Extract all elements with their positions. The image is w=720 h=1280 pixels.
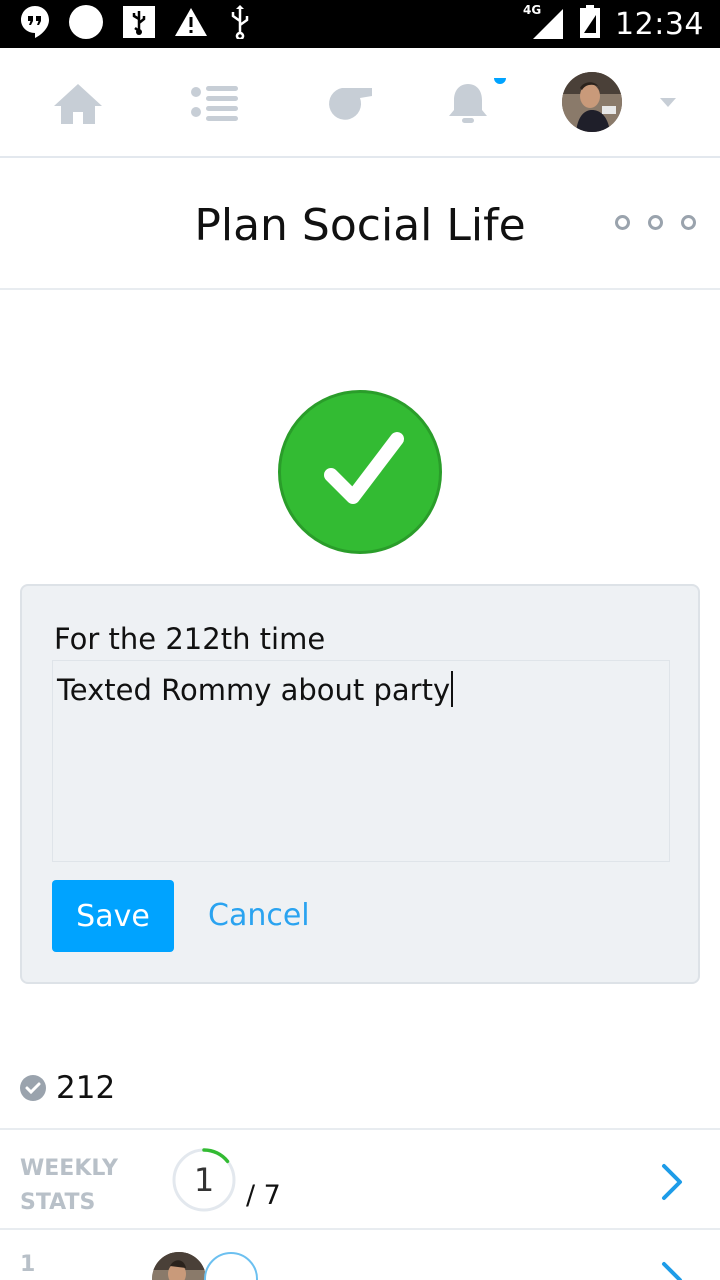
checkin-count: 212 [20,1068,115,1108]
dot [615,215,630,230]
dot [648,215,663,230]
hangouts-icon [20,5,50,43]
circle-icon [68,4,104,44]
member-rank: 1 [20,1252,36,1277]
top-nav [0,48,720,158]
weekly-stats-label-line2: STATS [20,1190,96,1215]
checkmark-icon [324,432,404,504]
usb-debug-icon [122,5,156,43]
notification-dot [494,72,506,84]
status-bar-right: 4G 12:34 [523,0,704,48]
chevron-right-icon[interactable] [660,1162,684,1202]
avatar [152,1252,206,1280]
chevron-right-icon[interactable] [660,1260,684,1280]
member-progress-ring [204,1252,258,1280]
more-options-icon[interactable] [615,215,696,230]
weekly-stats-label-line1: WEEKLY [20,1156,118,1181]
signal-icon: 4G [523,3,565,41]
note-text: Texted Rommy about party [57,673,451,707]
status-bar: 4G 12:34 [0,0,720,48]
usb-icon [226,5,254,43]
cancel-button[interactable]: Cancel [208,898,310,933]
note-textarea[interactable]: Texted Rommy about party [52,660,670,862]
checkin-done-button[interactable] [278,390,442,554]
save-button[interactable]: Save [52,880,174,952]
note-card: For the 212th time Texted Rommy about pa… [20,584,700,984]
check-badge-icon [20,1075,46,1101]
home-icon[interactable] [50,78,106,128]
text-caret [451,671,454,707]
clock: 12:34 [615,6,704,42]
page-title: Plan Social Life [194,200,526,251]
bell-icon[interactable] [440,72,506,128]
note-heading: For the 212th time [54,622,326,656]
title-bar: Plan Social Life [0,160,720,290]
weekly-done-count: 1 [193,1161,215,1199]
weekly-target: / 7 [246,1180,281,1211]
warning-icon [174,7,208,41]
battery-icon [579,5,601,43]
whistle-icon[interactable] [320,78,376,128]
member-row[interactable]: 1 [0,1232,720,1280]
avatar[interactable] [562,72,622,132]
list-icon[interactable] [186,78,242,128]
account-dropdown-caret[interactable] [660,98,676,107]
weekly-stats-row[interactable]: WEEKLY STATS 1 / 7 [0,1128,720,1230]
count-value: 212 [56,1070,116,1106]
dot [681,215,696,230]
status-bar-left [20,4,254,44]
weekly-stats-label: WEEKLY STATS [20,1152,118,1220]
